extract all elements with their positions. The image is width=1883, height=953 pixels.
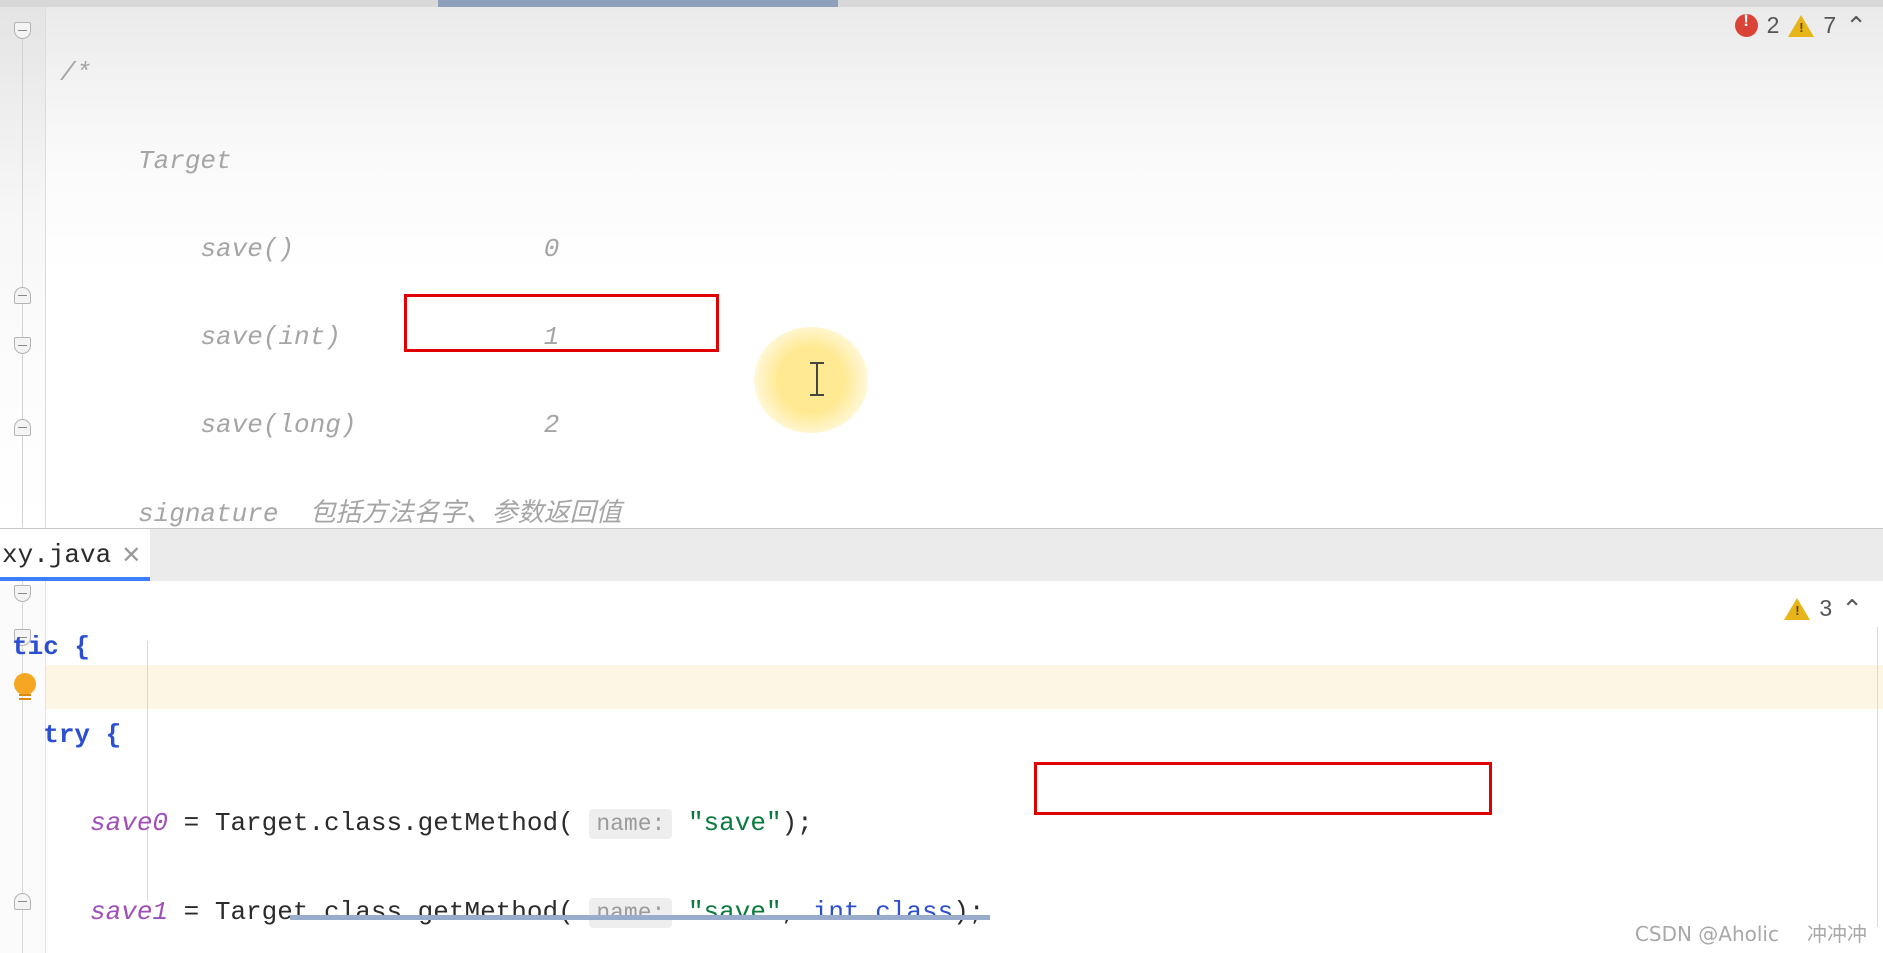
code-line-getmethod-0: save0 = Target.class.getMethod( name: "s… — [12, 801, 1872, 846]
getmethod-call-0: = Target.class.getMethod( — [168, 808, 574, 838]
chevron-up-icon[interactable]: ⌃ — [1845, 13, 1867, 39]
scrollbar-thumb[interactable] — [290, 915, 990, 920]
code-line-target: Target — [60, 139, 1860, 183]
watermark-nickname: 冲冲冲 — [1807, 922, 1867, 946]
string-save-0: "save" — [687, 808, 782, 838]
var-save1: save1 — [90, 897, 169, 927]
comment-idx-save1: 1 — [543, 322, 560, 352]
comment-signature-note: 包括方法名字、参数返回值 — [309, 498, 622, 528]
getmethod-tail-1: ); — [953, 897, 985, 927]
scrollbar-track — [1877, 627, 1878, 927]
code-line-save0: save() 0 — [60, 227, 1860, 271]
top-editor-code[interactable]: /* Target save() 0 save(int) 1 save(long… — [60, 7, 1860, 528]
code-line-getmethod-1: save1 = Target.class.getMethod( name: "s… — [90, 897, 985, 928]
code-line-comment-open: /* — [60, 51, 1860, 95]
getmethod-call-1: = Target.class.getMethod( — [168, 897, 574, 927]
bottom-inspection-status[interactable]: 3 ⌃ — [1784, 595, 1863, 622]
comment-target-label: Target — [138, 146, 232, 176]
code-line-save1: save(int) 1 — [60, 315, 1860, 359]
tab-xy-java[interactable]: xy.java ✕ — [0, 529, 150, 581]
comment-sig-save1: save(int) — [200, 322, 341, 352]
comment-idx-save2: 2 — [543, 410, 560, 440]
top-editor-pane[interactable]: /* Target save() 0 save(int) 1 save(long… — [0, 0, 1883, 528]
fold-expand-icon[interactable] — [14, 287, 31, 304]
var-save0: save0 — [90, 808, 169, 838]
watermark: CSDN @Aholic 冲冲冲 — [1635, 918, 1867, 947]
top-editor-gutter[interactable] — [0, 7, 46, 528]
scrollbar-thumb[interactable] — [438, 0, 838, 7]
gutter-vertical-line — [22, 27, 23, 527]
static-block-token: tic { — [12, 632, 91, 662]
comment-idx-save0: 0 — [543, 234, 560, 264]
chevron-up-icon[interactable]: ⌃ — [1841, 596, 1863, 622]
tab-label: xy.java — [2, 540, 112, 570]
string-save-1: "save" — [687, 897, 782, 927]
bottom-editor-pane[interactable]: tic { try { save0 = Target.class.getMeth… — [0, 581, 1883, 953]
top-inspection-status[interactable]: 2 7 ⌃ — [1734, 11, 1867, 39]
text-cursor-icon — [810, 362, 824, 396]
comment-sig-save0: save() — [200, 234, 295, 264]
warning-icon — [1784, 597, 1811, 620]
fold-collapse-icon[interactable] — [14, 337, 31, 354]
getmethod-tail-0: ); — [781, 808, 813, 838]
fold-expand-icon[interactable] — [14, 419, 31, 436]
code-line-static: tic { — [12, 625, 1872, 669]
comment-sig-save2: save(long) — [200, 410, 357, 440]
code-line-save2: save(long) 2 — [60, 403, 1860, 447]
watermark-source: CSDN @Aholic — [1634, 922, 1779, 946]
ide-screenshot: /* Target save() 0 save(int) 1 save(long… — [0, 0, 1883, 953]
error-count: 2 — [1766, 12, 1780, 38]
warning-icon — [1788, 14, 1815, 37]
code-line-signature-note: signature 包括方法名字、参数返回值 — [60, 491, 1860, 528]
code-line-try: try { — [12, 713, 1872, 757]
comment-signature-word: signature — [138, 499, 279, 528]
keyword-try: try { — [43, 720, 122, 750]
fold-collapse-icon[interactable] — [14, 22, 31, 39]
warning-count: 3 — [1819, 595, 1833, 621]
close-icon[interactable]: ✕ — [121, 541, 141, 570]
editor-tab-bar[interactable]: xy.java ✕ — [0, 528, 1883, 581]
bottom-editor-code[interactable]: tic { try { save0 = Target.class.getMeth… — [12, 581, 1872, 953]
top-horizontal-scrollbar[interactable] — [0, 0, 1883, 7]
comment-open-token: /* — [60, 58, 92, 88]
param-hint-name: name: — [589, 809, 673, 839]
warning-count: 7 — [1823, 12, 1837, 38]
bottom-horizontal-scrollbar[interactable] — [0, 915, 1883, 921]
param-hint-name: name: — [589, 898, 673, 928]
error-icon — [1734, 11, 1758, 37]
bottom-vertical-scrollbar[interactable] — [1871, 627, 1881, 927]
arg-int-class: int.class — [812, 897, 954, 927]
